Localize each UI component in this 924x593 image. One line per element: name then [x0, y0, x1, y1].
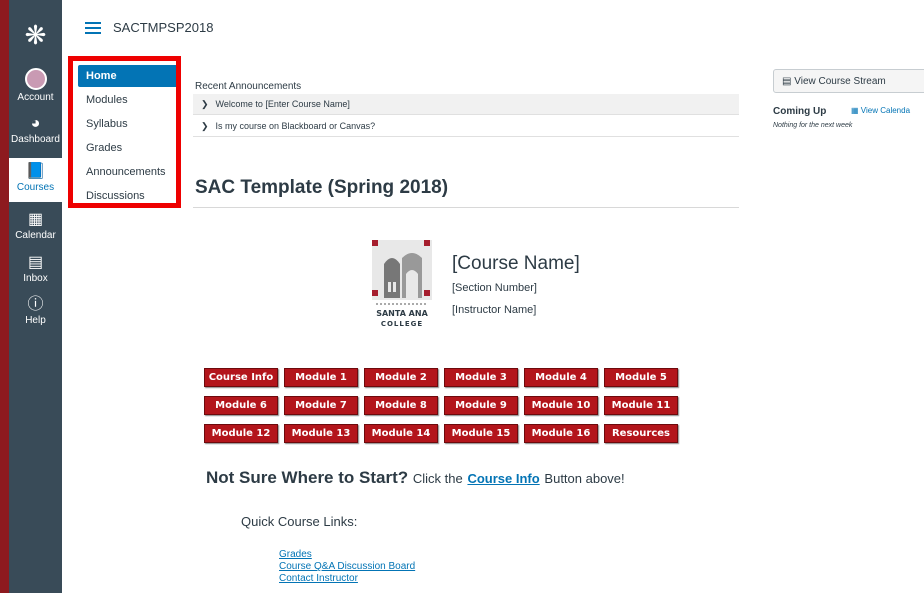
module-1-button[interactable]: Module 1 [284, 368, 358, 387]
qa-discussion-link[interactable]: Course Q&A Discussion Board [279, 561, 415, 573]
college-name-line2: COLLEGE [381, 320, 423, 328]
view-calendar-link[interactable]: ▦ View Calenda [851, 106, 910, 115]
module-6-button[interactable]: Module 6 [204, 396, 278, 415]
global-nav-inbox[interactable]: ▤ Inbox [9, 254, 62, 284]
start-prompt-heading: Not Sure Where to Start? [206, 468, 409, 487]
start-prompt-prefix: Click the [412, 471, 463, 486]
divider [193, 207, 739, 208]
institution-logo-icon[interactable]: ❋ [9, 22, 62, 48]
start-prompt-suffix: Button above! [544, 471, 625, 486]
coming-up-empty-text: Nothing for the next week [773, 122, 853, 129]
instructor-name: [Instructor Name] [452, 304, 537, 316]
course-info-link[interactable]: Course Info [467, 471, 539, 486]
module-8-button[interactable]: Module 8 [364, 396, 438, 415]
course-nav-home[interactable]: Home [78, 65, 178, 87]
module-13-button[interactable]: Module 13 [284, 424, 358, 443]
global-nav-account[interactable]: Account [9, 68, 62, 103]
chevron-right-icon: ❯ [201, 121, 209, 131]
module-4-button[interactable]: Module 4 [524, 368, 598, 387]
course-nav-grades[interactable]: Grades [78, 137, 178, 159]
module-5-button[interactable]: Module 5 [604, 368, 678, 387]
course-info-button[interactable]: Course Info [204, 368, 278, 387]
global-nav-dashboard[interactable]: ◕ Dashboard [9, 115, 62, 145]
course-nav-discussions[interactable]: Discussions [78, 185, 178, 207]
coming-up-heading: Coming Up [773, 106, 827, 117]
college-name-line1: SANTA ANA [376, 309, 428, 318]
announcement-title: Welcome to [Enter Course Name] [215, 99, 350, 109]
global-nav-help-label: Help [25, 315, 46, 326]
global-nav-calendar[interactable]: ▦ Calendar [9, 211, 62, 241]
module-9-button[interactable]: Module 9 [444, 396, 518, 415]
module-12-button[interactable]: Module 12 [204, 424, 278, 443]
view-course-stream-label: View Course Stream [794, 76, 886, 87]
resources-button[interactable]: Resources [604, 424, 678, 443]
top-bar: SACTMPSP2018 [62, 0, 924, 58]
course-name: [Course Name] [452, 253, 580, 274]
course-nav-announcements[interactable]: Announcements [78, 161, 178, 183]
course-nav-modules[interactable]: Modules [78, 89, 178, 111]
module-14-button[interactable]: Module 14 [364, 424, 438, 443]
help-icon: ⓘ [27, 296, 44, 313]
calendar-icon: ▦ [851, 106, 859, 115]
global-nav-courses-label: Courses [16, 182, 55, 193]
global-navigation: ❋ Account ◕ Dashboard 📘 Courses ▦ Calend… [0, 0, 62, 593]
announcement-item[interactable]: ❯ Welcome to [Enter Course Name] [193, 94, 739, 115]
menu-toggle-icon[interactable] [85, 22, 101, 34]
view-course-stream-button[interactable]: ▤ View Course Stream [773, 69, 924, 93]
santa-ana-college-logo: SANTA ANA COLLEGE [372, 240, 432, 328]
dashboard-icon: ◕ [30, 115, 41, 132]
quick-links-list: Grades Course Q&A Discussion Board Conta… [279, 549, 415, 585]
global-nav-dashboard-label: Dashboard [11, 134, 60, 145]
global-nav-courses[interactable]: 📘 Courses [9, 158, 62, 202]
announcement-item[interactable]: ❯ Is my course on Blackboard or Canvas? [193, 116, 739, 137]
section-number: [Section Number] [452, 282, 537, 294]
contact-instructor-link[interactable]: Contact Instructor [279, 573, 415, 585]
global-nav-help[interactable]: ⓘ Help [9, 296, 62, 326]
avatar [24, 68, 47, 90]
calendar-icon: ▦ [27, 211, 44, 228]
view-calendar-label: View Calenda [860, 106, 911, 115]
global-nav-calendar-label: Calendar [15, 230, 56, 241]
module-3-button[interactable]: Module 3 [444, 368, 518, 387]
module-2-button[interactable]: Module 2 [364, 368, 438, 387]
quick-links-title: Quick Course Links: [241, 514, 358, 529]
module-10-button[interactable]: Module 10 [524, 396, 598, 415]
inbox-icon: ▤ [27, 254, 44, 271]
page-title: SAC Template (Spring 2018) [195, 177, 449, 198]
recent-announcements-title: Recent Announcements [195, 81, 302, 92]
breadcrumb[interactable]: SACTMPSP2018 [113, 20, 213, 35]
grades-link[interactable]: Grades [279, 549, 415, 561]
module-16-button[interactable]: Module 16 [524, 424, 598, 443]
course-navigation: Home Modules Syllabus Grades Announcemen… [78, 65, 178, 209]
module-11-button[interactable]: Module 11 [604, 396, 678, 415]
module-7-button[interactable]: Module 7 [284, 396, 358, 415]
start-prompt: Not Sure Where to Start? Click the Cours… [206, 468, 625, 488]
global-nav-inbox-label: Inbox [23, 273, 48, 284]
course-nav-syllabus[interactable]: Syllabus [78, 113, 178, 135]
global-nav-account-label: Account [17, 92, 54, 103]
stream-icon: ▤ [782, 76, 792, 87]
courses-icon: 📘 [25, 163, 46, 180]
module-15-button[interactable]: Module 15 [444, 424, 518, 443]
announcement-title: Is my course on Blackboard or Canvas? [215, 121, 376, 131]
chevron-right-icon: ❯ [201, 99, 209, 109]
